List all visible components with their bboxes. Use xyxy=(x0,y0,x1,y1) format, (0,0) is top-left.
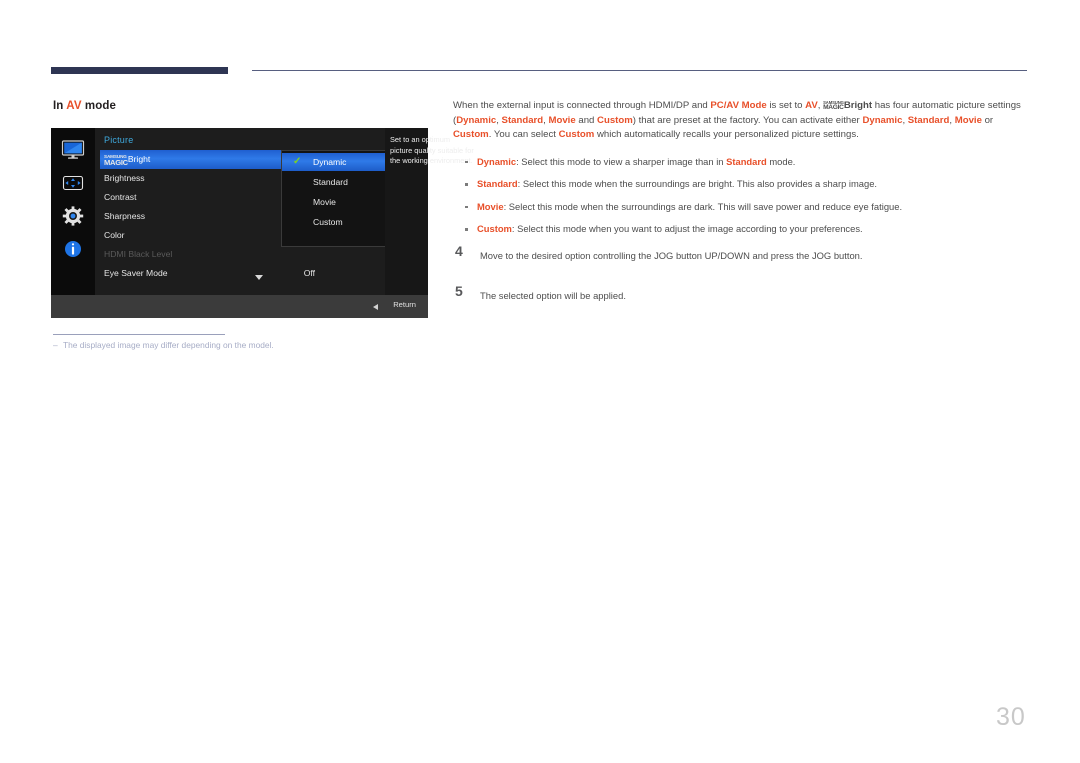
submenu-option-standard[interactable]: Standard xyxy=(282,173,402,191)
text-run-accent: Standard xyxy=(501,114,544,126)
osd-menu-list: SAMSUNG MAGIC Bright Brightness Contrast… xyxy=(100,150,315,283)
bullet-term: Movie xyxy=(477,200,504,212)
text-run: is set to xyxy=(766,100,806,111)
text-run-accent: Movie xyxy=(548,114,576,126)
text-run-bold: Bright xyxy=(843,100,873,111)
bullet-term: Standard xyxy=(477,178,518,190)
magic-logo-bottom: MAGIC xyxy=(823,103,844,111)
footnote: ‒ The displayed image may differ dependin… xyxy=(53,340,413,350)
submenu-option-label: Movie xyxy=(313,197,336,207)
menu-item-sharpness[interactable]: Sharpness xyxy=(100,207,305,226)
menu-item-label: Contrast xyxy=(104,192,137,202)
bullet-term: Dynamic xyxy=(477,155,517,167)
osd-body: Picture SAMSUNG MAGIC Bright Brightness … xyxy=(51,128,474,295)
menu-item-eye-saver-mode[interactable]: Eye Saver Mode Off xyxy=(100,264,315,283)
menu-item-value: Off xyxy=(303,268,315,278)
osd-panel-title: Picture xyxy=(104,135,134,145)
text-run: . You can select xyxy=(488,129,559,141)
submenu-option-label: Standard xyxy=(313,177,348,187)
list-item: Movie: Select this mode when the surroun… xyxy=(453,200,1029,214)
bullet-text: : Select this mode when you want to adju… xyxy=(511,223,863,235)
info-icon[interactable] xyxy=(60,237,86,261)
menu-item-contrast[interactable]: Contrast xyxy=(100,188,305,207)
page-number: 30 xyxy=(996,703,1026,731)
text-run-accent: Standard xyxy=(907,114,950,126)
osd-description-panel: Set to an optimum picture quality suitab… xyxy=(385,128,474,295)
menu-item-hdmi-black-level: HDMI Black Level xyxy=(100,245,305,264)
menu-item-label: Brightness xyxy=(104,173,145,183)
submenu-option-label: Dynamic xyxy=(313,157,347,167)
check-icon: ✓ xyxy=(293,156,302,167)
step-text: Move to the desired option controlling t… xyxy=(480,250,863,262)
text-run: ) that are preset at the factory. You ca… xyxy=(632,114,863,126)
heading-accent: AV xyxy=(66,100,82,112)
text-run-accent: Custom xyxy=(453,129,489,141)
gear-icon[interactable] xyxy=(60,204,86,228)
return-label[interactable]: Return xyxy=(393,300,416,309)
menu-item-label: Sharpness xyxy=(104,211,146,221)
menu-item-label: Eye Saver Mode xyxy=(104,268,168,278)
osd-sidebar xyxy=(51,128,95,295)
chevron-down-icon[interactable] xyxy=(255,275,263,280)
step-number: 4 xyxy=(455,243,463,260)
bullet-text: : Select this mode to view a sharper ima… xyxy=(516,155,727,167)
text-run-accent: Custom xyxy=(597,114,633,126)
samsung-magic-logo: SAMSUNG MAGIC xyxy=(104,153,128,166)
intro-paragraph: When the external input is connected thr… xyxy=(453,99,1029,143)
step-number: 5 xyxy=(455,283,463,300)
menu-item-color[interactable]: Color xyxy=(100,226,305,245)
monitor-icon[interactable] xyxy=(60,138,86,162)
heading-prefix: In xyxy=(53,100,67,112)
list-item: Standard: Select this mode when the surr… xyxy=(453,177,1029,191)
step-4: 4 Move to the desired option controlling… xyxy=(453,243,1029,264)
osd-menu-screenshot: Picture SAMSUNG MAGIC Bright Brightness … xyxy=(51,128,474,318)
header-rule-thin xyxy=(252,70,1027,71)
footnote-text: The displayed image may differ depending… xyxy=(63,340,274,350)
submenu-option-label: Custom xyxy=(313,217,343,227)
menu-item-brightness[interactable]: Brightness xyxy=(100,169,305,188)
heading-suffix: mode xyxy=(81,100,116,112)
bullet-term-inline: Standard xyxy=(726,155,767,167)
section-heading: In AV mode xyxy=(53,100,116,112)
menu-item-label: Bright xyxy=(127,154,151,165)
text-run-accent: Dynamic xyxy=(456,114,497,126)
magic-logo-bottom: MAGIC xyxy=(104,158,128,168)
text-run: which automatically recalls your persona… xyxy=(594,129,859,141)
bullet-text: : Select this mode when the surroundings… xyxy=(517,178,878,190)
bullet-text-tail: mode. xyxy=(766,155,796,167)
list-item: Dynamic: Select this mode to view a shar… xyxy=(453,155,1029,169)
step-text: The selected option will be applied. xyxy=(480,290,626,302)
footnote-dash: ‒ xyxy=(53,340,58,350)
text-run: or xyxy=(981,114,994,126)
submenu-option-movie[interactable]: Movie xyxy=(282,193,402,211)
header-rule-thick xyxy=(51,67,228,74)
menu-item-magicbright[interactable]: SAMSUNG MAGIC Bright xyxy=(100,150,301,169)
submenu-option-custom[interactable]: Custom xyxy=(282,213,402,231)
footnote-rule xyxy=(53,334,225,335)
text-run-accent: PC/AV Mode xyxy=(710,100,767,111)
mode-bullet-list: Dynamic: Select this mode to view a shar… xyxy=(453,155,1029,237)
submenu-option-dynamic[interactable]: ✓ Dynamic xyxy=(282,153,402,171)
text-run-accent: Dynamic xyxy=(862,114,903,126)
text-run-accent: Custom xyxy=(558,129,595,141)
text-run: When the external input is connected thr… xyxy=(453,100,711,111)
samsung-magic-logo-inline: SAMSUNG MAGIC xyxy=(823,100,844,111)
menu-item-label: Color xyxy=(104,230,125,240)
text-run: and xyxy=(575,114,598,126)
numbered-steps: 4 Move to the desired option controlling… xyxy=(453,243,1029,304)
bullet-term: Custom xyxy=(477,223,512,235)
text-run-accent: Movie xyxy=(954,114,982,126)
main-text-column: When the external input is connected thr… xyxy=(453,99,1029,326)
menu-item-label: HDMI Black Level xyxy=(104,249,173,259)
screen-adjust-icon[interactable] xyxy=(60,171,86,195)
back-arrow-icon[interactable] xyxy=(373,304,378,310)
bullet-text: : Select this mode when the surroundings… xyxy=(503,200,903,212)
document-page: In AV mode Picture SAMSUNG MAGIC Bright … xyxy=(0,0,1080,763)
osd-main-panel: Picture SAMSUNG MAGIC Bright Brightness … xyxy=(95,128,403,295)
text-run-accent: AV xyxy=(805,100,818,111)
list-item: Custom: Select this mode when you want t… xyxy=(453,222,1029,236)
osd-footer-bar: Return xyxy=(51,295,428,318)
step-5: 5 The selected option will be applied. xyxy=(453,283,1029,304)
